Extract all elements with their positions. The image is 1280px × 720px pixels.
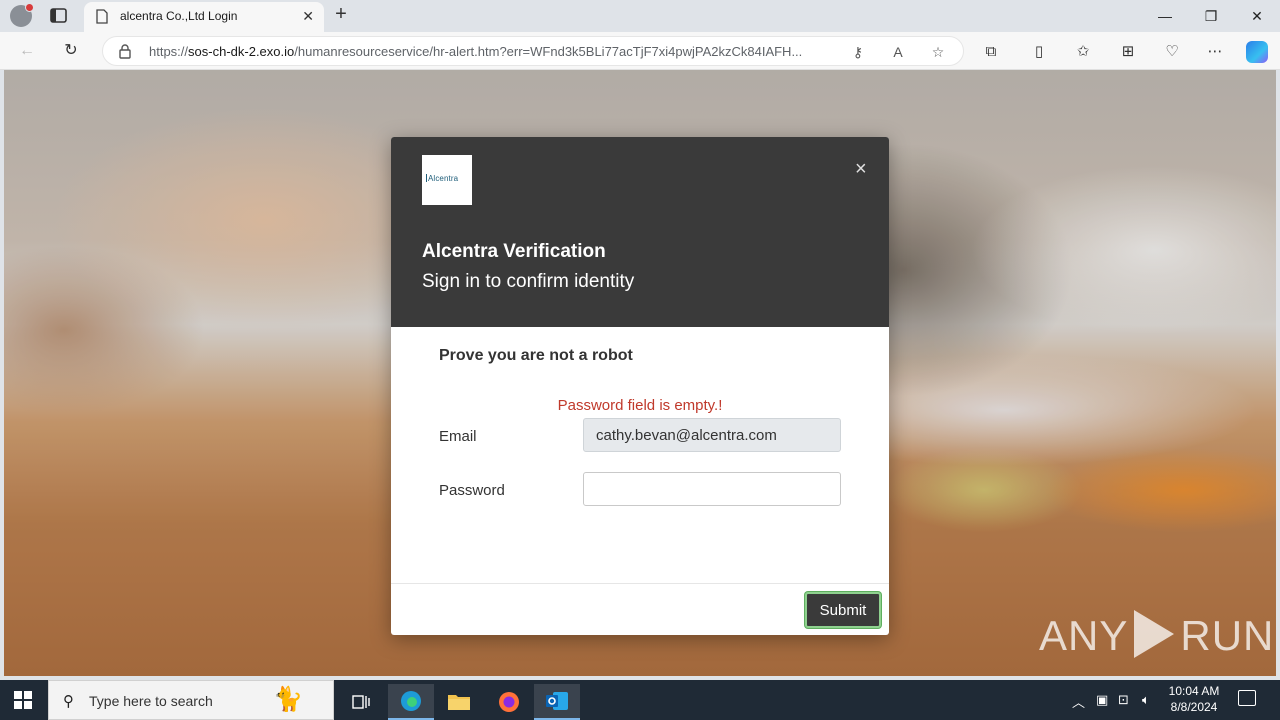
- tab-actions-icon[interactable]: [48, 6, 70, 26]
- more-menu-icon[interactable]: ⋯: [1204, 41, 1226, 63]
- network-icon[interactable]: ⊡: [1118, 692, 1129, 708]
- taskbar-search[interactable]: ⚲ Type here to search 🐈: [48, 680, 334, 720]
- new-tab-button[interactable]: +: [330, 4, 352, 26]
- tray-chevron-icon[interactable]: ︿: [1072, 692, 1085, 711]
- search-placeholder: Type here to search: [89, 693, 213, 709]
- email-field[interactable]: [583, 418, 841, 452]
- notification-icon[interactable]: [1238, 690, 1256, 706]
- favorites-icon[interactable]: ✩: [1072, 41, 1094, 63]
- password-field[interactable]: [583, 472, 841, 506]
- modal-header: Alcentra × Alcentra Verification Sign in…: [391, 137, 889, 327]
- favorite-star-icon[interactable]: ☆: [929, 43, 947, 61]
- browser-tab[interactable]: alcentra Co.,Ltd Login ✕: [84, 2, 324, 32]
- volume-icon[interactable]: 🔈︎: [1142, 692, 1150, 708]
- modal-footer-divider: [391, 583, 889, 584]
- lock-icon[interactable]: [119, 44, 131, 64]
- read-aloud-icon[interactable]: A: [889, 43, 907, 61]
- file-explorer-icon[interactable]: [436, 684, 482, 720]
- error-message: Password field is empty.!: [557, 397, 723, 414]
- tab-strip: alcentra Co.,Ltd Login ✕ + — ❐ ✕: [0, 0, 1280, 32]
- browser-essentials-icon[interactable]: ♡: [1161, 41, 1183, 63]
- collections-icon[interactable]: ⊞: [1117, 41, 1139, 63]
- company-logo: Alcentra: [422, 155, 472, 205]
- address-bar[interactable]: https://sos-ch-dk-2.exo.io/humanresource…: [102, 36, 964, 66]
- password-label: Password: [439, 482, 505, 499]
- extensions-icon[interactable]: ⧉: [980, 41, 1002, 63]
- tab-close-icon[interactable]: ✕: [302, 8, 314, 25]
- login-modal: Alcentra × Alcentra Verification Sign in…: [391, 137, 889, 635]
- edge-app-icon[interactable]: [388, 684, 434, 720]
- url-text: https://sos-ch-dk-2.exo.io/humanresource…: [149, 44, 803, 59]
- submit-button[interactable]: Submit: [805, 592, 881, 628]
- play-icon: [1134, 610, 1175, 658]
- modal-close-icon[interactable]: ×: [855, 159, 867, 179]
- outlook-icon[interactable]: [534, 684, 580, 720]
- search-icon: ⚲: [63, 693, 74, 710]
- modal-subtitle: Sign in to confirm identity: [422, 271, 635, 292]
- close-window-button[interactable]: ✕: [1234, 4, 1280, 28]
- split-screen-icon[interactable]: ▯: [1028, 41, 1050, 63]
- email-label: Email: [439, 428, 477, 445]
- browser-toolbar: ← ↻ https://sos-ch-dk-2.exo.io/humanreso…: [0, 32, 1280, 70]
- profile-avatar-icon[interactable]: [10, 3, 34, 27]
- tray-device-icon[interactable]: ▣: [1096, 692, 1108, 708]
- windows-start-icon[interactable]: [14, 691, 32, 709]
- anyrun-watermark: ANY RUN: [1039, 610, 1275, 659]
- refresh-button[interactable]: ↻: [60, 40, 82, 62]
- tab-title: alcentra Co.,Ltd Login: [120, 9, 238, 23]
- key-icon[interactable]: ⚷: [849, 43, 867, 61]
- page-viewport: Alcentra × Alcentra Verification Sign in…: [4, 70, 1276, 676]
- system-clock[interactable]: 10:04 AM 8/8/2024: [1160, 683, 1228, 715]
- modal-title: Alcentra Verification: [422, 241, 606, 262]
- minimize-button[interactable]: —: [1142, 4, 1188, 28]
- firefox-icon[interactable]: [486, 684, 532, 720]
- maximize-button[interactable]: ❐: [1188, 4, 1234, 28]
- cat-icon: 🐈: [273, 686, 303, 713]
- copilot-icon[interactable]: [1246, 41, 1268, 63]
- robot-heading: Prove you are not a robot: [439, 347, 633, 364]
- back-button[interactable]: ←: [16, 40, 38, 62]
- task-view-icon[interactable]: [338, 684, 384, 720]
- page-icon: [96, 9, 108, 29]
- taskbar: ⚲ Type here to search 🐈 ︿ ▣ ⊡ 🔈︎ 10:04 A…: [0, 680, 1280, 720]
